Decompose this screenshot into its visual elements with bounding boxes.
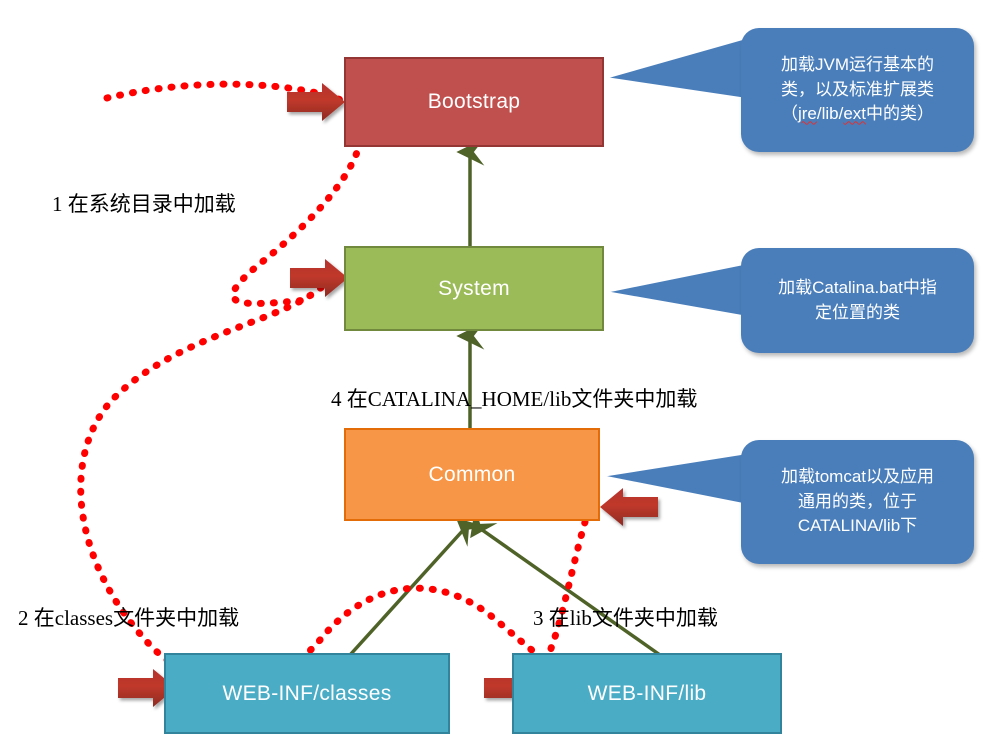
node-system[interactable]: System	[344, 246, 604, 331]
callout-bootstrap-line3-mid: /lib/	[816, 104, 844, 124]
callout-bootstrap-ext: ext	[843, 104, 867, 124]
flow-arrow-common	[600, 488, 658, 526]
callout-common: 加载tomcat以及应用 通用的类，位于 CATALINA/lib下	[741, 440, 974, 564]
callout-system-line2: 定位置的类	[814, 302, 900, 322]
diagram-canvas: Bootstrap System Common WEB-INF/classes …	[0, 0, 983, 749]
node-common[interactable]: Common	[344, 428, 600, 521]
callout-bootstrap-line1: 加载JVM运行基本的	[781, 55, 934, 75]
callout-bootstrap-line3-post: 中的类）	[866, 104, 935, 124]
node-webinf-classes[interactable]: WEB-INF/classes	[164, 653, 450, 734]
callout-bootstrap-jre: jre	[797, 104, 817, 124]
step-label-4: 4 在CATALINA_HOME/lib文件夹中加载	[331, 387, 698, 411]
flow-arrow-bootstrap	[287, 83, 345, 121]
node-webinf-classes-label: WEB-INF/classes	[222, 681, 392, 705]
node-bootstrap[interactable]: Bootstrap	[344, 57, 604, 147]
step-label-3: 3 在lib文件夹中加载	[533, 606, 718, 630]
callout-common-line1: 加载tomcat以及应用	[780, 467, 935, 487]
callout-tails	[599, 34, 754, 508]
callout-system-line1: 加载Catalina.bat中指	[778, 277, 937, 297]
node-common-label: Common	[428, 462, 516, 486]
callout-system: 加载Catalina.bat中指 定位置的类	[741, 248, 974, 353]
node-webinf-lib[interactable]: WEB-INF/lib	[512, 653, 782, 734]
node-bootstrap-label: Bootstrap	[427, 90, 521, 113]
node-webinf-lib-label: WEB-INF/lib	[587, 681, 707, 705]
node-system-label: System	[438, 276, 510, 300]
callout-common-line3: CATALINA/lib下	[797, 516, 918, 536]
callout-bootstrap: 加载JVM运行基本的 类，以及标准扩展类 （jre/lib/ext中的类）	[741, 28, 974, 152]
callout-common-line2: 通用的类，位于	[798, 491, 917, 511]
step-label-1: 1 在系统目录中加载	[52, 192, 236, 216]
step-label-2: 2 在classes文件夹中加载	[18, 606, 240, 630]
flow-arrow-system	[290, 259, 348, 297]
callout-bootstrap-line3: （jre/lib/ext中的类）	[781, 102, 934, 127]
callout-bootstrap-line3-pre: （	[780, 104, 798, 124]
callout-bootstrap-line2: 类，以及标准扩展类	[781, 79, 934, 99]
